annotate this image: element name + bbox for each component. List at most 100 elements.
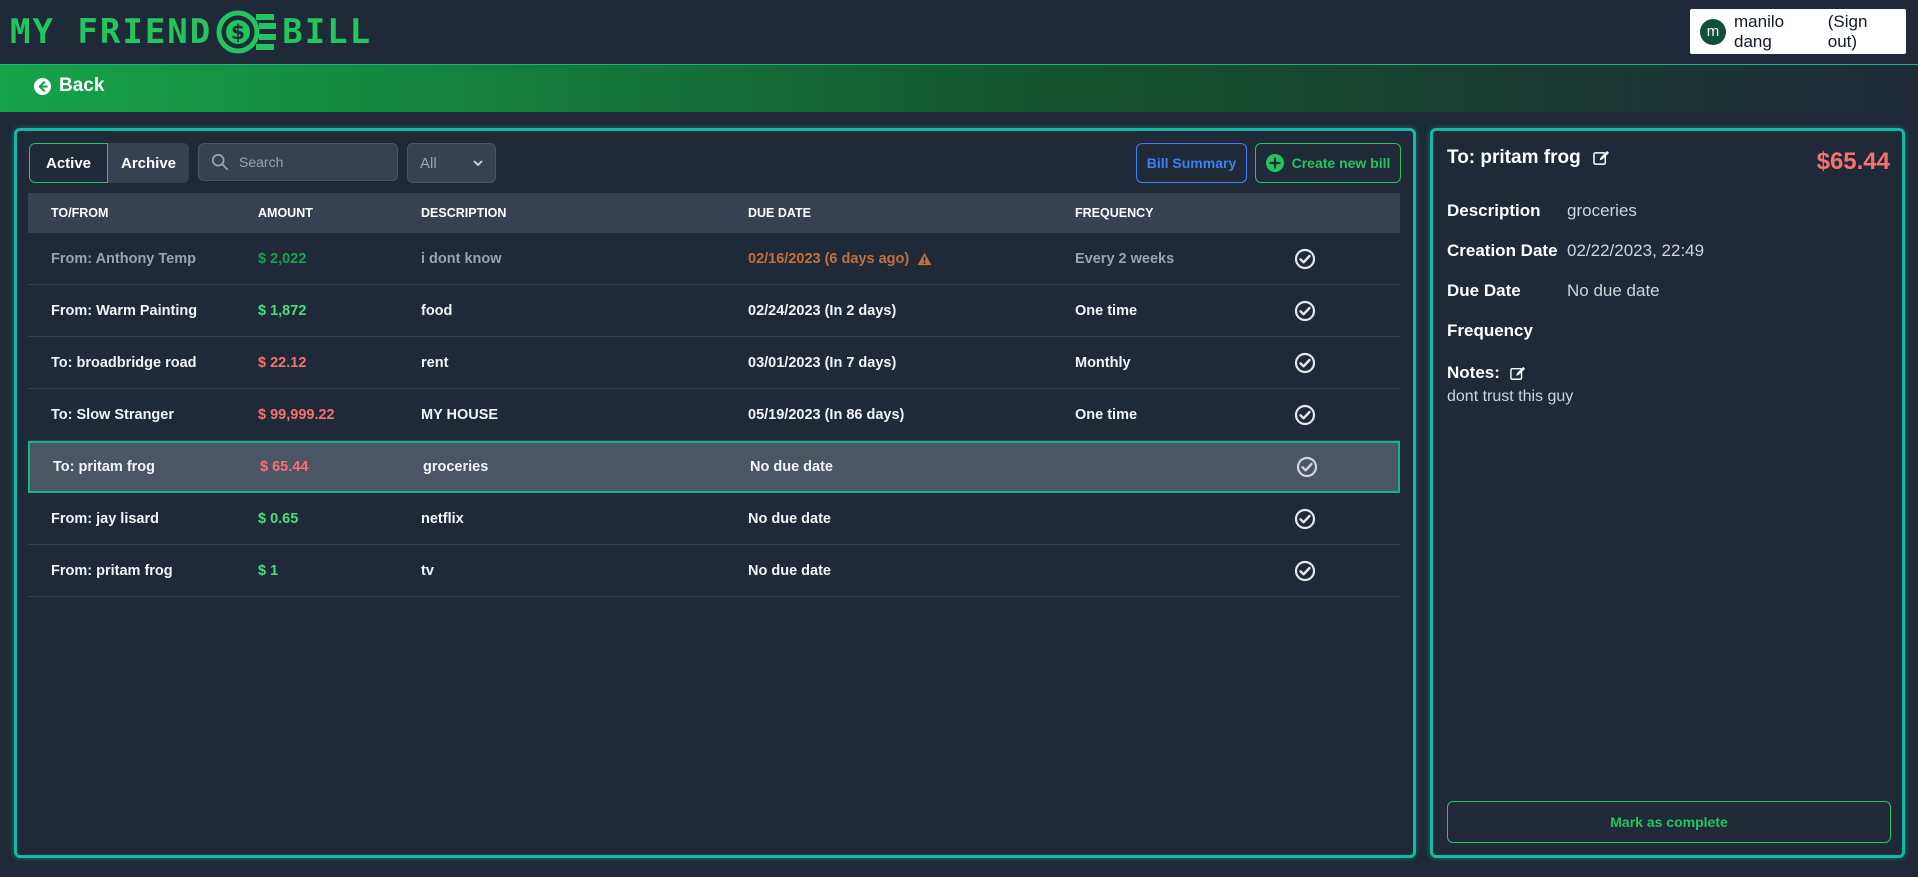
row-description: i dont know: [421, 250, 502, 267]
detail-creation-label: Creation Date: [1447, 241, 1558, 260]
status-tabs: Active Archive: [29, 143, 189, 183]
app-logo[interactable]: MY FRIEND $ BILL: [10, 8, 372, 56]
row-amount: $ 1: [258, 562, 279, 579]
edit-icon[interactable]: [1592, 150, 1610, 166]
user-menu[interactable]: m manilo dang (Sign out): [1690, 9, 1906, 54]
row-frequency: Every 2 weeks: [1075, 250, 1175, 267]
row-due-date: 02/16/2023 (6 days ago): [748, 251, 1075, 267]
row-party: To: pritam frog: [53, 459, 156, 475]
row-amount: $ 1,872: [258, 302, 307, 319]
detail-creation-value: 02/22/2023, 22:49: [1567, 241, 1705, 260]
detail-description-value: groceries: [1567, 201, 1637, 220]
row-due-date: No due date: [750, 459, 833, 475]
row-party: From: Anthony Temp: [51, 250, 196, 267]
row-amount: $ 2,022: [258, 250, 307, 267]
table-header: TO/FROM AMOUNT DESCRIPTION DUE DATE FREQ…: [28, 193, 1400, 233]
bills-toolbar: Active Archive All Bill Summary Create n…: [29, 143, 1401, 183]
back-label: Back: [59, 75, 105, 96]
row-description: MY HOUSE: [421, 406, 499, 423]
detail-due-date: Due Date No due date: [1447, 281, 1660, 301]
warning-icon: [917, 252, 932, 265]
notes-label: Notes:: [1447, 363, 1500, 382]
check-circle-icon[interactable]: [1294, 248, 1316, 270]
row-party: From: pritam frog: [51, 562, 173, 579]
row-due-date: No due date: [748, 562, 831, 579]
row-party: From: jay lisard: [51, 510, 159, 527]
table-row[interactable]: From: Warm Painting $ 1,872 food 02/24/2…: [28, 285, 1400, 337]
chevron-down-icon: [473, 160, 483, 167]
back-button[interactable]: Back: [34, 75, 104, 97]
column-header-amount[interactable]: AMOUNT: [258, 206, 421, 220]
row-party: To: Slow Stranger: [51, 406, 174, 423]
row-party: To: broadbridge road: [51, 354, 197, 371]
row-amount: $ 99,999.22: [258, 406, 335, 423]
dollar-coin-icon: $: [216, 10, 277, 54]
tab-active[interactable]: Active: [29, 143, 108, 183]
detail-due-label: Due Date: [1447, 281, 1521, 300]
table-row[interactable]: To: Slow Stranger $ 99,999.22 MY HOUSE 0…: [28, 389, 1400, 441]
column-header-frequency[interactable]: FREQUENCY: [1075, 206, 1285, 220]
svg-text:$: $: [231, 20, 245, 44]
row-due-date: 03/01/2023 (In 7 days): [748, 354, 897, 371]
arrow-left-circle-icon: [34, 77, 51, 95]
column-header-due-date[interactable]: DUE DATE: [748, 206, 1075, 220]
logo-text-right: BILL: [282, 12, 373, 52]
row-frequency: One time: [1075, 302, 1138, 319]
bills-panel: Active Archive All Bill Summary Create n…: [14, 128, 1416, 858]
check-circle-icon[interactable]: [1294, 508, 1316, 530]
plus-circle-icon: [1265, 154, 1284, 172]
avatar: m: [1700, 18, 1726, 45]
row-description: netflix: [421, 510, 464, 527]
detail-frequency-label: Frequency: [1447, 321, 1533, 340]
notes-text: dont trust this guy: [1447, 388, 1574, 405]
check-circle-icon[interactable]: [1294, 560, 1316, 582]
table-row[interactable]: From: Anthony Temp $ 2,022 i dont know 0…: [28, 233, 1400, 285]
search-icon: [211, 153, 229, 171]
row-due-text: 02/16/2023 (6 days ago): [748, 250, 910, 267]
filter-select[interactable]: All: [407, 143, 496, 183]
detail-creation-date: Creation Date 02/22/2023, 22:49: [1447, 241, 1704, 261]
sign-out-link[interactable]: (Sign out): [1828, 12, 1896, 52]
check-circle-icon[interactable]: [1294, 352, 1316, 374]
create-bill-button[interactable]: Create new bill: [1255, 143, 1401, 183]
detail-due-value: No due date: [1567, 281, 1660, 300]
row-description: tv: [421, 562, 434, 579]
check-circle-icon[interactable]: [1296, 456, 1318, 478]
table-row-selected[interactable]: To: pritam frog $ 65.44 groceries No due…: [28, 441, 1400, 493]
detail-description-label: Description: [1447, 201, 1541, 220]
filter-value: All: [420, 154, 437, 172]
table-row[interactable]: From: jay lisard $ 0.65 netflix No due d…: [28, 493, 1400, 545]
tab-archive[interactable]: Archive: [108, 143, 189, 183]
top-bar: MY FRIEND $ BILL m manilo dang (Sign out…: [0, 0, 1918, 64]
user-name: manilo dang: [1734, 11, 1785, 51]
mark-complete-button[interactable]: Mark as complete: [1447, 801, 1891, 843]
logo-text-left: MY FRIEND: [10, 12, 213, 52]
row-description: rent: [421, 354, 449, 371]
row-party: From: Warm Painting: [51, 302, 198, 319]
detail-title-text: To: pritam frog: [1447, 147, 1581, 168]
back-bar: Back: [0, 64, 1918, 112]
check-circle-icon[interactable]: [1294, 300, 1316, 322]
row-due-date: 05/19/2023 (In 86 days): [748, 406, 905, 423]
notes-header: Notes:: [1447, 363, 1526, 383]
row-frequency: Monthly: [1075, 354, 1131, 371]
row-description: food: [421, 302, 453, 319]
bills-table: TO/FROM AMOUNT DESCRIPTION DUE DATE FREQ…: [28, 193, 1400, 597]
table-row[interactable]: From: pritam frog $ 1 tv No due date: [28, 545, 1400, 597]
bill-summary-button[interactable]: Bill Summary: [1136, 143, 1247, 183]
detail-title: To: pritam frog: [1447, 147, 1610, 169]
column-header-party[interactable]: TO/FROM: [28, 206, 258, 220]
table-row[interactable]: To: broadbridge road $ 22.12 rent 03/01/…: [28, 337, 1400, 389]
search-input[interactable]: [239, 154, 389, 170]
search-box: [198, 143, 398, 181]
column-header-description[interactable]: DESCRIPTION: [421, 206, 748, 220]
edit-notes-icon[interactable]: [1510, 366, 1526, 381]
detail-frequency: Frequency: [1447, 321, 1567, 341]
row-due-date: 02/24/2023 (In 2 days): [748, 302, 897, 319]
row-amount: $ 65.44: [260, 459, 309, 475]
check-circle-icon[interactable]: [1294, 404, 1316, 426]
row-amount: $ 22.12: [258, 354, 307, 371]
row-description: groceries: [423, 459, 489, 475]
row-amount: $ 0.65: [258, 510, 299, 527]
detail-amount: $65.44: [1816, 148, 1890, 175]
